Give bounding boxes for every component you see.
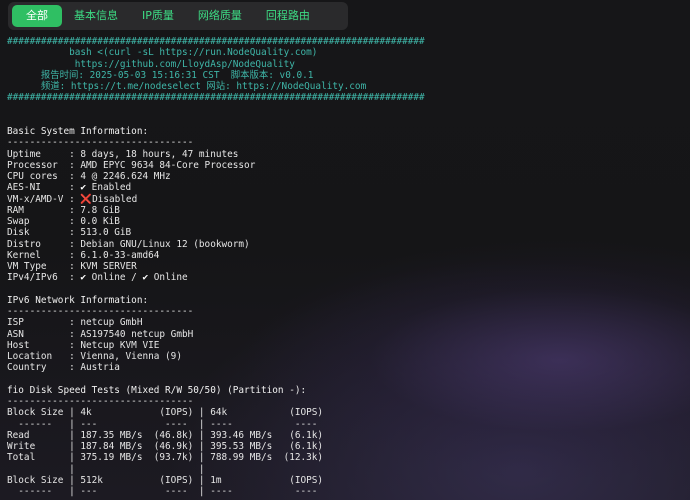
header-github: https://github.com/LloydAsp/NodeQuality bbox=[7, 58, 295, 70]
tab-network-quality[interactable]: 网络质量 bbox=[186, 5, 254, 27]
fio-row: Block Size | 512k (IOPS) | 1m (IOPS) bbox=[7, 474, 324, 486]
terminal-output: ########################################… bbox=[7, 36, 425, 497]
basic-row: Swap : 0.0 KiB bbox=[7, 216, 120, 227]
header-report-time: 报告时间: 2025-05-03 15:16:31 CST 脚本版本: v0.0… bbox=[7, 69, 314, 81]
header-rule-bottom: ########################################… bbox=[7, 92, 425, 104]
tab-all[interactable]: 全部 bbox=[12, 5, 62, 27]
fio-row: | | bbox=[7, 463, 205, 475]
tab-bar: 全部 基本信息 IP质量 网络质量 回程路由 bbox=[8, 2, 348, 30]
fio-row: Read | 187.35 MB/s (46.8k) | 393.46 MB/s… bbox=[7, 429, 324, 441]
fio-row: Write | 187.84 MB/s (46.9k) | 395.53 MB/… bbox=[7, 441, 324, 452]
basic-row: Uptime : 8 days, 18 hours, 47 minutes bbox=[7, 148, 239, 160]
fio-row: Block Size | 4k (IOPS) | 64k (IOPS) bbox=[7, 407, 324, 419]
ipv6-row: Location : Vienna, Vienna (9) bbox=[7, 351, 182, 362]
basic-info-title: Basic System Information: bbox=[7, 126, 149, 137]
ipv6-row: Country : Austria bbox=[7, 362, 120, 374]
tab-return-route[interactable]: 回程路由 bbox=[254, 5, 322, 27]
basic-row: VM Type : KVM SERVER bbox=[7, 261, 137, 272]
ipv6-info-title: IPv6 Network Information: bbox=[7, 294, 149, 306]
basic-row: Disk : 513.0 GiB bbox=[7, 227, 132, 239]
ipv6-row: ISP : netcup GmbH bbox=[7, 317, 143, 329]
ipv6-row: Host : Netcup KVM VIE bbox=[7, 339, 160, 351]
basic-row: RAM : 7.8 GiB bbox=[7, 204, 120, 216]
basic-info-rule: --------------------------------- bbox=[7, 137, 194, 149]
header-channel: 频道: https://t.me/nodeselect 网站: https://… bbox=[7, 81, 367, 92]
cross-icon: ❌ bbox=[80, 193, 93, 205]
basic-row: VM-x/AMD-V : ❌Disabled bbox=[7, 193, 138, 205]
basic-row: Processor : AMD EPYC 9634 84-Core Proces… bbox=[7, 159, 256, 171]
header-command: bash <(curl -sL https://run.NodeQuality.… bbox=[7, 47, 318, 59]
basic-row: AES-NI : ✔ Enabled bbox=[7, 182, 132, 194]
header-rule-top: ########################################… bbox=[7, 36, 425, 47]
basic-row: Distro : Debian GNU/Linux 12 (bookworm) bbox=[7, 238, 250, 250]
basic-row: CPU cores : 4 @ 2246.624 MHz bbox=[7, 171, 171, 182]
basic-row: IPv4/IPv6 : ✔ Online / ✔ Online bbox=[7, 272, 188, 284]
fio-row: Total | 375.19 MB/s (93.7k) | 788.99 MB/… bbox=[7, 452, 324, 464]
tab-basic-info[interactable]: 基本信息 bbox=[62, 5, 130, 27]
ipv6-info-rule: --------------------------------- bbox=[7, 306, 194, 317]
fio-row: ------ | --- ---- | ---- ---- bbox=[7, 418, 318, 430]
basic-row: Kernel : 6.1.0-33-amd64 bbox=[7, 249, 160, 261]
fio-title: fio Disk Speed Tests (Mixed R/W 50/50) (… bbox=[7, 384, 307, 396]
fio-row: ------ | --- ---- | ---- ---- bbox=[7, 486, 318, 497]
tab-ip-quality[interactable]: IP质量 bbox=[130, 5, 186, 27]
ipv6-row: ASN : AS197540 netcup GmbH bbox=[7, 328, 194, 340]
fio-rule: --------------------------------- bbox=[7, 396, 194, 407]
